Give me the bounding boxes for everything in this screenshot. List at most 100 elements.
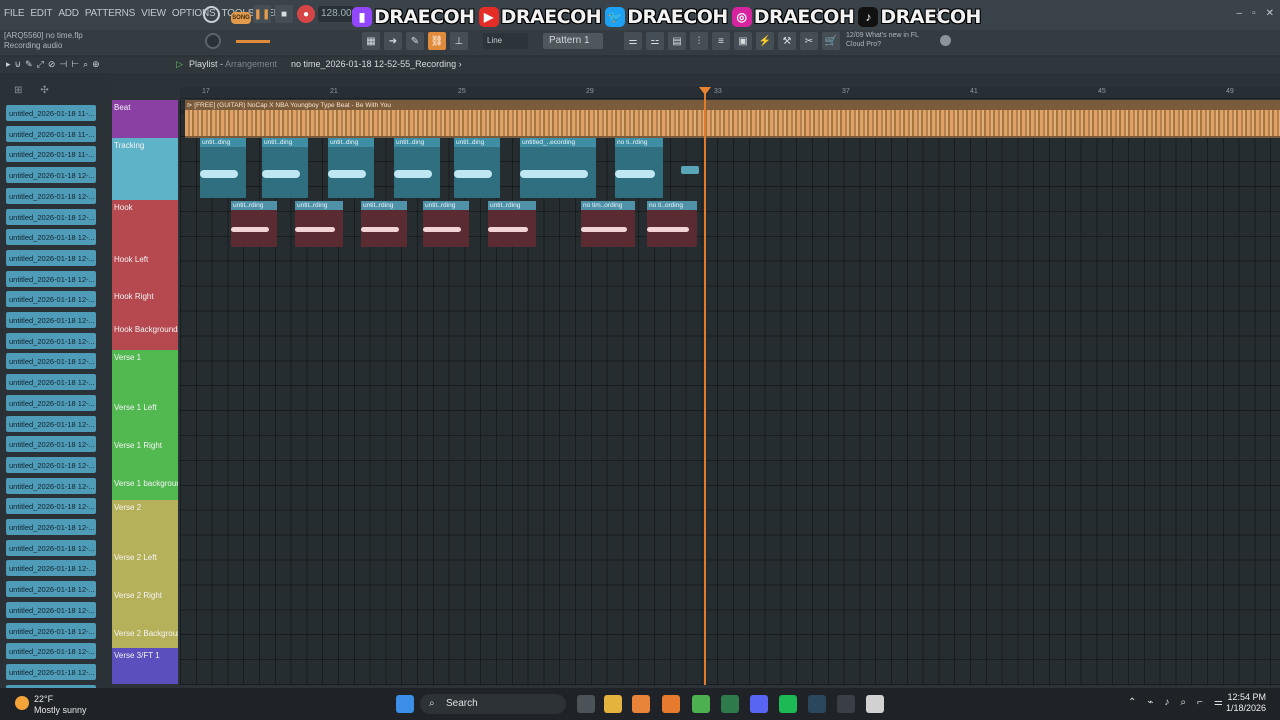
browser-tool-icons[interactable]: ⊞✣ — [14, 85, 67, 96]
track-label[interactable]: Verse 1 Right — [114, 441, 162, 450]
app-icon[interactable] — [662, 695, 680, 713]
discord-icon[interactable] — [750, 695, 768, 713]
chrome-icon[interactable] — [692, 695, 710, 713]
brush-icon[interactable]: ✎ — [406, 32, 424, 50]
browser-item[interactable]: untitled_2026-01-18 12-... — [6, 560, 96, 577]
master-volume-knob[interactable] — [205, 33, 221, 49]
browser-item[interactable]: untitled_2026-01-18 12-... — [6, 208, 96, 225]
menu-view[interactable]: VIEW — [141, 8, 166, 19]
playhead[interactable] — [704, 87, 706, 685]
close-icon[interactable]: ✕ — [1266, 8, 1274, 19]
weather-widget[interactable]: 22°F Mostly sunny — [34, 694, 87, 716]
recording-name[interactable]: no time_2026-01-18 12-52-55_Recording › — [291, 59, 462, 69]
hook-clip[interactable]: untit..rding — [423, 201, 469, 247]
cable-icon[interactable]: ✂ — [800, 32, 818, 50]
cart-icon[interactable]: 🛒 — [822, 32, 840, 50]
track-label[interactable]: Verse 1 backgroun... — [114, 479, 178, 488]
eq-icon[interactable]: ⫶ — [690, 32, 708, 50]
tracking-recording-fragment[interactable] — [681, 166, 699, 174]
browser-item[interactable]: untitled_2026-01-18 12-... — [6, 436, 96, 453]
browser-item[interactable]: untitled_2026-01-18 12-... — [6, 374, 96, 391]
stop-button[interactable]: ■ — [275, 5, 293, 23]
track-label[interactable]: Hook — [114, 203, 133, 212]
track-label[interactable]: Hook Left — [114, 255, 148, 264]
snap-select[interactable]: Line — [483, 33, 528, 49]
settings-icon[interactable] — [940, 35, 951, 46]
hook-clip[interactable]: untit..rding — [488, 201, 536, 247]
browser-item[interactable]: untitled_2026-01-18 12-... — [6, 498, 96, 515]
browser-item[interactable]: untitled_2026-01-18 12-... — [6, 291, 96, 308]
download-icon[interactable]: ⤓ — [936, 6, 941, 21]
windows-start-icon[interactable] — [396, 695, 414, 713]
hook-clip[interactable]: untit..rding — [295, 201, 343, 247]
track-label[interactable]: Verse 2 Backgroun... — [114, 629, 178, 638]
mixer-icon[interactable]: ⚌ — [624, 32, 642, 50]
tracking-clip[interactable]: untit..ding — [200, 138, 246, 198]
browser-item[interactable]: untitled_2026-01-18 12-... — [6, 332, 96, 349]
browser-item[interactable]: untitled_2026-01-18 12-... — [6, 167, 96, 184]
track-header-group[interactable]: Hook Hook Left Hook Right Hook Background/.… — [112, 200, 178, 350]
epic-games-icon[interactable] — [837, 695, 855, 713]
track-label[interactable]: Verse 2 — [114, 503, 141, 512]
tracking-clip[interactable]: untit..ding — [262, 138, 308, 198]
task-view-icon[interactable] — [577, 695, 595, 713]
track-label[interactable]: Verse 1 Left — [114, 403, 157, 412]
browser-item[interactable]: untitled_2026-01-18 12-... — [6, 539, 96, 556]
system-tray-icons[interactable]: ⌃⌁♪⌕⌐⚌ — [1128, 697, 1234, 708]
browser-item[interactable]: untitled_2026-01-18 12-... — [6, 187, 96, 204]
menu-add[interactable]: ADD — [58, 8, 79, 19]
steam-icon[interactable] — [808, 695, 826, 713]
browser-item[interactable]: untitled_2026-01-18 12-... — [6, 394, 96, 411]
minimize-icon[interactable]: – — [1237, 8, 1243, 19]
news-panel[interactable]: 12/09 What's new in FL Cloud Pro? — [846, 31, 919, 49]
piano-icon[interactable]: ▦ — [362, 32, 380, 50]
stamp-icon[interactable]: ⊥ — [450, 32, 468, 50]
channel-rack-icon[interactable]: ⚍ — [646, 32, 664, 50]
app-2-icon[interactable] — [866, 695, 884, 713]
track-header-group[interactable]: Verse 2 Verse 2 Left Verse 2 Right Verse 2 … — [112, 500, 178, 648]
cpu-meter-icon[interactable] — [203, 6, 220, 23]
link-icon[interactable]: ⛓ — [428, 32, 446, 50]
song-mode-button[interactable]: SONG — [231, 12, 251, 24]
tracking-clip[interactable]: no ti..rding — [615, 138, 663, 198]
excel-icon[interactable] — [721, 695, 739, 713]
hook-clip[interactable]: no tim..ording — [581, 201, 635, 247]
track-label[interactable]: Hook Right — [114, 292, 154, 301]
browser-item[interactable]: untitled_2026-01-18 12-... — [6, 519, 96, 535]
tracking-clip[interactable]: untit..ding — [394, 138, 440, 198]
track-header-group[interactable]: Verse 1 Verse 1 Left Verse 1 Right Verse 1 … — [112, 350, 178, 500]
track-label[interactable]: Hook Background/... — [114, 325, 178, 334]
spotify-icon[interactable] — [779, 695, 797, 713]
browser-item[interactable]: untitled_2026-01-18 12-... — [6, 622, 96, 639]
track-header-group[interactable]: Verse 3/FT 1 — [112, 648, 178, 684]
browser-item[interactable]: untitled_2026-01-18 12-... — [6, 601, 96, 618]
fl-studio-icon[interactable] — [632, 695, 650, 713]
track-label[interactable]: Verse 1 — [114, 353, 141, 362]
browser-item[interactable]: untitled_2026-01-18 12-... — [6, 415, 96, 432]
menu-patterns[interactable]: PATTERNS — [85, 8, 135, 19]
browser-item[interactable]: untitled_2026-01-18 12-... — [6, 312, 96, 328]
track-label[interactable]: Verse 2 Right — [114, 591, 162, 600]
track-label[interactable]: Beat — [114, 103, 130, 112]
tracking-clip[interactable]: untit..ding — [328, 138, 374, 198]
hook-clip[interactable]: untit..rding — [231, 201, 277, 247]
master-pitch-slider[interactable] — [236, 40, 270, 43]
piano-roll-icon[interactable]: ▤ — [668, 32, 686, 50]
maximize-icon[interactable]: ▫ — [1252, 8, 1256, 19]
playhead-marker[interactable] — [699, 87, 711, 95]
play-icon[interactable]: ▷ — [176, 59, 183, 70]
browser-item[interactable]: untitled_2026-01-18 12-... — [6, 456, 96, 473]
plugin-icon[interactable]: ⚡ — [756, 32, 774, 50]
arrow-right-icon[interactable]: ➜ — [384, 32, 402, 50]
playlist-icon[interactable]: ≡ — [712, 32, 730, 50]
browser-item[interactable]: untitled_2026-01-18 12-... — [6, 249, 96, 266]
track-header-group[interactable]: Tracking — [112, 138, 178, 200]
hook-clip[interactable]: no ti..ording — [647, 201, 697, 247]
track-label[interactable]: Verse 2 Left — [114, 553, 157, 562]
hook-clip[interactable]: untit..rding — [361, 201, 407, 247]
browser-item[interactable]: untitled_2026-01-18 12-... — [6, 643, 96, 660]
browser-item[interactable]: untitled_2026-01-18 11-... — [6, 146, 96, 163]
taskbar-clock[interactable]: 12:54 PM 1/18/2026 — [1226, 692, 1266, 714]
browser-item[interactable]: untitled_2026-01-18 12-... — [6, 353, 96, 370]
browser-item[interactable]: untitled_2026-01-18 12-... — [6, 581, 96, 598]
